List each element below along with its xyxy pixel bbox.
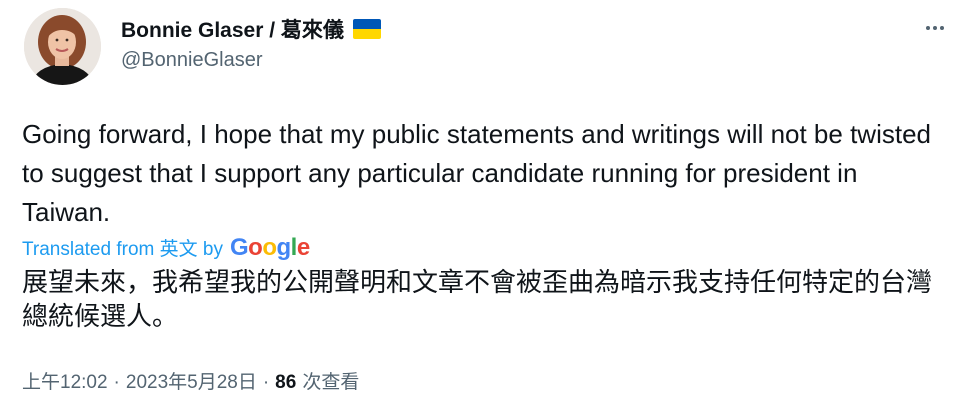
tweet-meta: 上午12:02 · 2023年5月28日 · 86 次查看 — [22, 367, 359, 394]
ukraine-flag-icon — [352, 19, 381, 39]
views-count[interactable]: 86 — [275, 372, 296, 394]
translated-text: 展望未來，我希望我的公開聲明和文章不會被歪曲為暗示我支持任何特定的台灣總統候選人… — [22, 268, 933, 332]
more-options-button[interactable] — [917, 10, 953, 46]
more-options-icon — [926, 26, 944, 30]
tweet-time[interactable]: 上午12:02 — [22, 367, 108, 394]
tweet: Bonnie Glaser / 葛來儀 @BonnieGlaser Going … — [0, 0, 967, 404]
avatar[interactable] — [24, 8, 101, 85]
author-display-name[interactable]: Bonnie Glaser / 葛來儀 — [121, 14, 344, 44]
translation-attribution-label: Translated from 英文 by — [22, 239, 223, 260]
author-name-row: Bonnie Glaser / 葛來儀 — [121, 14, 381, 44]
author-info: Bonnie Glaser / 葛來儀 @BonnieGlaser — [121, 14, 381, 72]
separator-dot: · — [113, 372, 120, 393]
google-logo: Google — [229, 234, 310, 261]
tweet-text: Going forward, I hope that my public sta… — [22, 119, 931, 227]
translation-attribution[interactable]: Translated from 英文 by Google — [22, 234, 310, 262]
views-label: 次查看 — [302, 372, 360, 393]
author-handle[interactable]: @BonnieGlaser — [121, 49, 381, 72]
tweet-date[interactable]: 2023年5月28日 — [126, 367, 257, 394]
separator-dot: · — [262, 372, 270, 393]
